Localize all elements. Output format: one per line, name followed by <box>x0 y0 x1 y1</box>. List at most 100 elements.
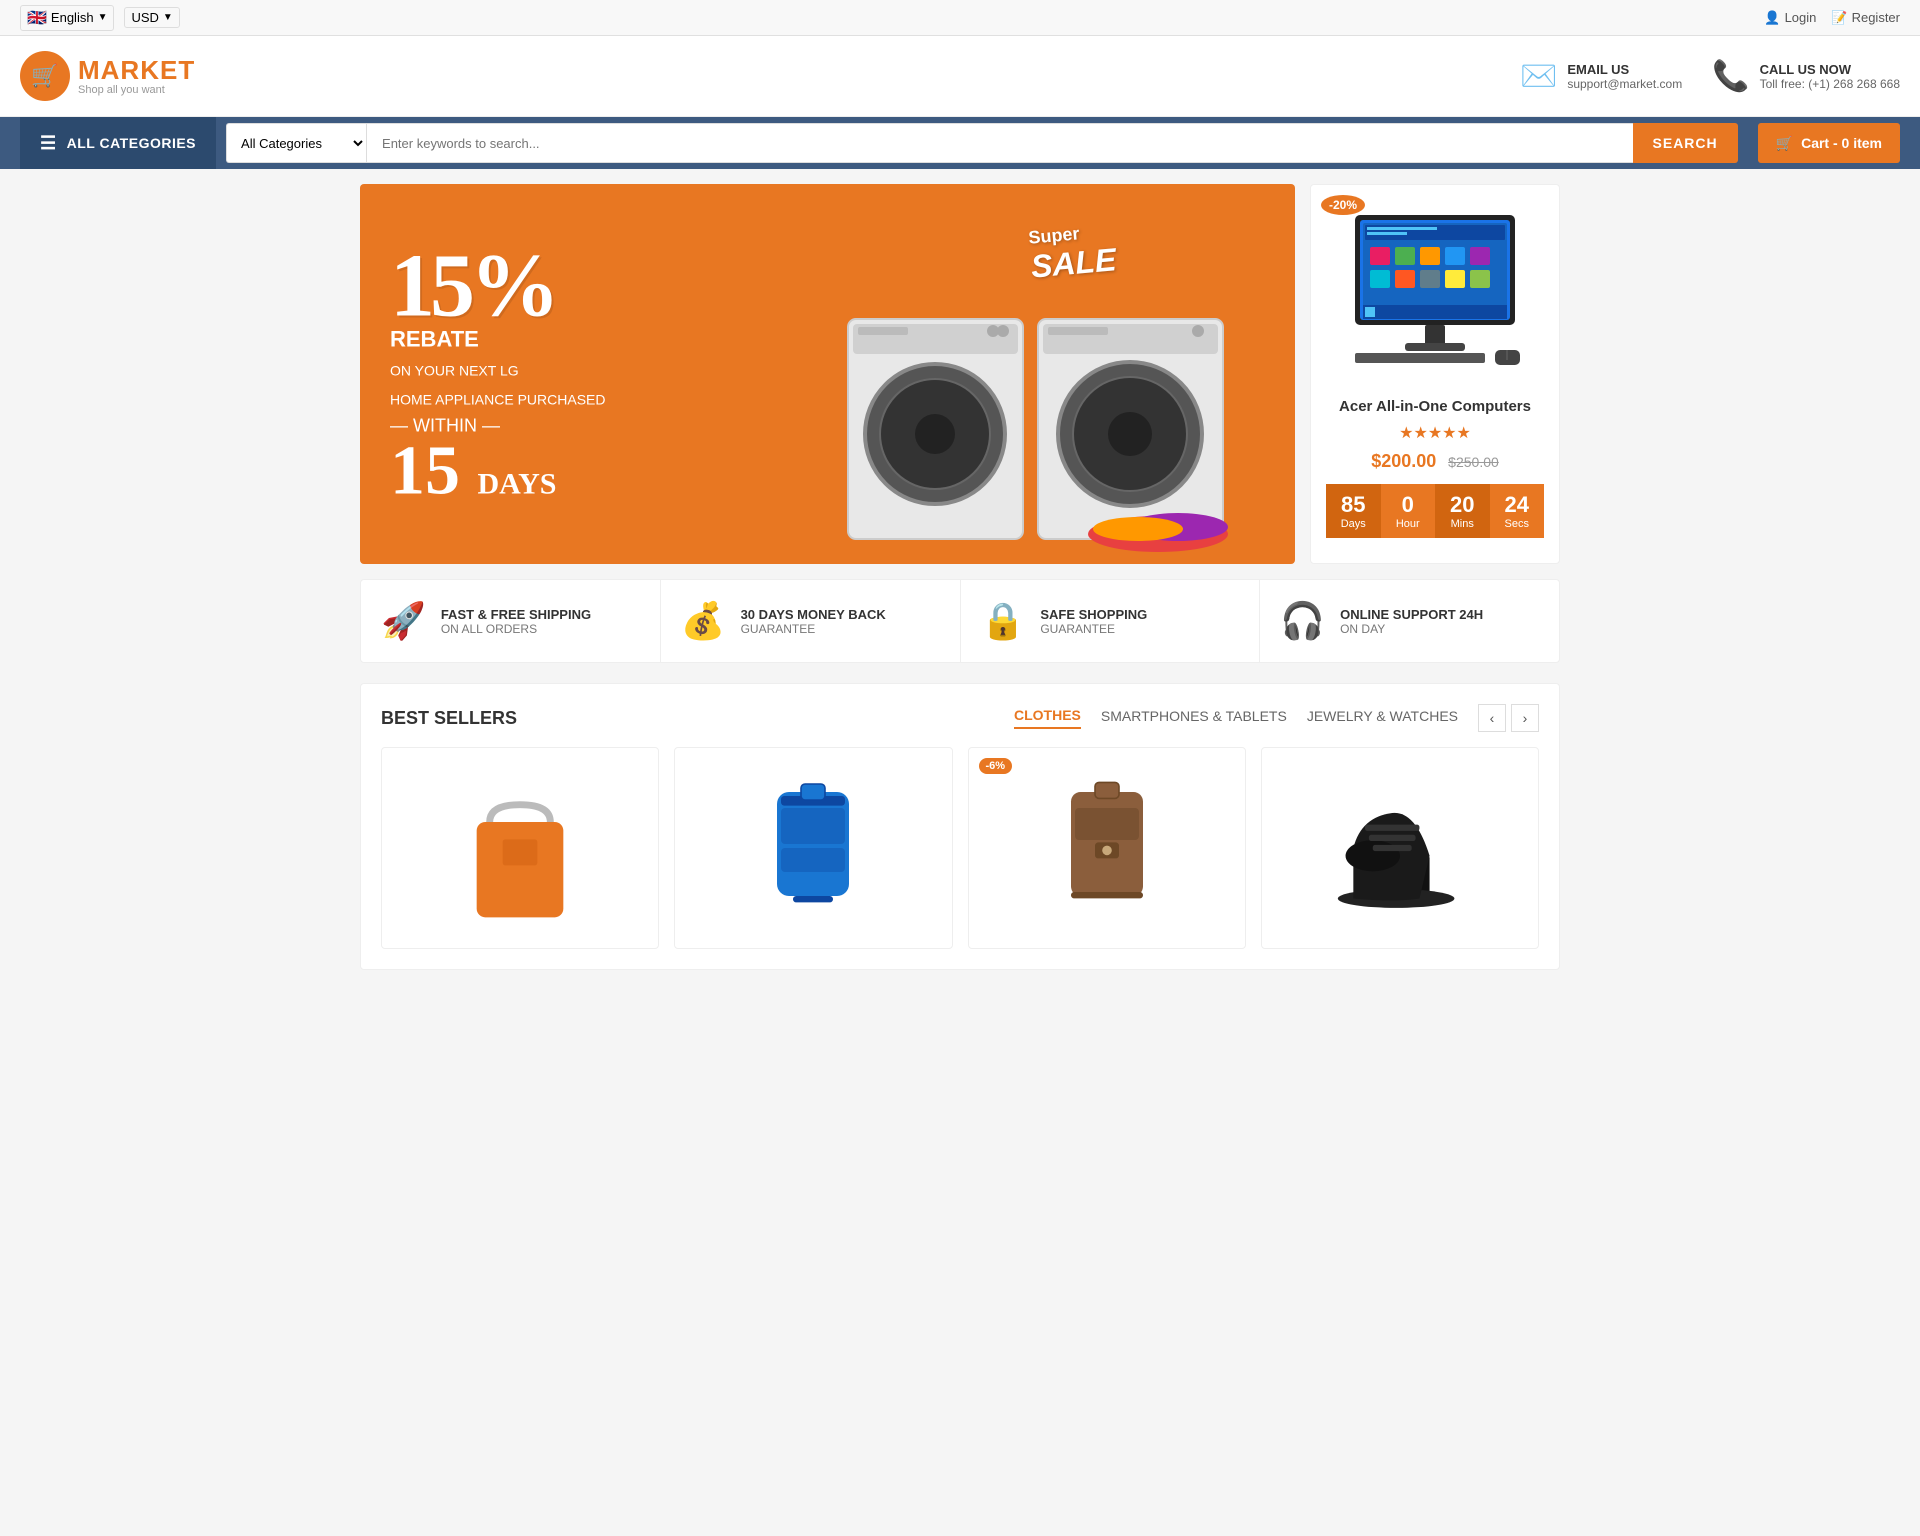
next-button[interactable]: › <box>1511 704 1539 732</box>
hero-percent: 15% <box>390 242 606 332</box>
price-current: $200.00 <box>1371 451 1436 471</box>
products-grid: -6% <box>381 747 1539 949</box>
yellow-bag-illustration <box>455 768 585 928</box>
email-icon: ✉️ <box>1520 59 1557 94</box>
tab-clothes[interactable]: CLOTHES <box>1014 707 1081 729</box>
phone-contact: 📞 CALL US NOW Toll free: (+1) 268 268 66… <box>1712 59 1900 94</box>
navbar: ☰ ALL CATEGORIES All Categories SEARCH 🛒… <box>0 117 1920 169</box>
tab-smartphones[interactable]: SMARTPHONES & TABLETS <box>1101 708 1287 728</box>
logo-link[interactable]: 🛒 MARKET Shop all you want <box>20 51 195 101</box>
brand-tagline: Shop all you want <box>78 84 195 96</box>
product-name: Acer All-in-One Computers <box>1326 398 1544 415</box>
register-link[interactable]: 📝 Register <box>1831 10 1900 26</box>
washers-illustration <box>838 259 1238 559</box>
phone-value: Toll free: (+1) 268 268 668 <box>1760 77 1900 91</box>
prev-button[interactable]: ‹ <box>1478 704 1506 732</box>
top-bar: 🇬🇧 English ▼ USD ▼ 👤 Login 📝 Register <box>0 0 1920 36</box>
countdown-secs-label: Secs <box>1494 518 1541 530</box>
product-card-0[interactable] <box>381 747 659 949</box>
countdown-days-value: 85 <box>1330 492 1377 518</box>
product-card-badge-2: -6% <box>979 758 1013 774</box>
headphones-icon: 🎧 <box>1280 600 1325 642</box>
product-sidebar: -20% <box>1310 184 1560 564</box>
feature-shipping-title: FAST & FREE SHIPPING <box>441 607 591 622</box>
hero-desc2: HOME APPLIANCE PURCHASED <box>390 390 606 411</box>
computer-illustration <box>1335 205 1535 365</box>
best-sellers-title: BEST SELLERS <box>381 708 517 729</box>
feature-shipping-sub: ON ALL ORDERS <box>441 622 591 636</box>
best-sellers-header: BEST SELLERS CLOTHES SMARTPHONES & TABLE… <box>381 704 1539 732</box>
product-card-img-1 <box>675 748 951 948</box>
brand-name: MARKET <box>78 56 195 85</box>
login-link[interactable]: 👤 Login <box>1764 10 1816 26</box>
feature-safeshop-text: SAFE SHOPPING GUARANTEE <box>1040 607 1147 636</box>
chevron-down-icon: ▼ <box>98 12 108 23</box>
chevron-down-icon: ▼ <box>163 12 173 23</box>
countdown-hours-value: 0 <box>1385 492 1432 518</box>
blue-backpack-illustration <box>748 768 878 928</box>
product-image-wrap: -20% <box>1311 185 1559 388</box>
feature-support: 🎧 ONLINE SUPPORT 24H ON DAY <box>1260 580 1559 662</box>
hero-section: 15% REBATE ON YOUR NEXT LG HOME APPLIANC… <box>360 184 1560 564</box>
feature-shipping: 🚀 FAST & FREE SHIPPING ON ALL ORDERS <box>361 580 661 662</box>
product-card-3[interactable] <box>1261 747 1539 949</box>
phone-icon: 📞 <box>1712 59 1749 94</box>
cart-icon: 🛒 <box>1776 135 1793 152</box>
price-old: $250.00 <box>1448 454 1499 470</box>
search-button[interactable]: SEARCH <box>1633 123 1738 163</box>
top-bar-left: 🇬🇧 English ▼ USD ▼ <box>20 5 180 31</box>
feature-safeshop: 🔒 SAFE SHOPPING GUARANTEE <box>961 580 1261 662</box>
tab-navigation: ‹ › <box>1478 704 1539 732</box>
hero-days: 15 DAYS <box>390 437 606 507</box>
currency-selector[interactable]: USD ▼ <box>124 7 179 28</box>
search-input[interactable] <box>366 123 1632 163</box>
best-sellers-controls: CLOTHES SMARTPHONES & TABLETS JEWELRY & … <box>1014 704 1539 732</box>
feature-support-title: ONLINE SUPPORT 24H <box>1340 607 1483 622</box>
hamburger-icon: ☰ <box>40 133 57 154</box>
main-content: 15% REBATE ON YOUR NEXT LG HOME APPLIANC… <box>360 169 1560 985</box>
countdown-secs: 24 Secs <box>1490 484 1545 538</box>
lock-icon: 🔒 <box>981 600 1026 642</box>
brown-backpack-illustration <box>1042 768 1172 928</box>
cart-button[interactable]: 🛒 Cart - 0 item <box>1758 123 1900 163</box>
feature-safeshop-title: SAFE SHOPPING <box>1040 607 1147 622</box>
product-card-img-2 <box>969 748 1245 948</box>
countdown-days-label: Days <box>1330 518 1377 530</box>
countdown-secs-value: 24 <box>1494 492 1541 518</box>
product-card-img-0 <box>382 748 658 948</box>
search-label: SEARCH <box>1653 135 1718 151</box>
category-dropdown[interactable]: All Categories <box>226 123 366 163</box>
flag-icon: 🇬🇧 <box>27 8 47 28</box>
rocket-icon: 🚀 <box>381 600 426 642</box>
email-contact: ✉️ EMAIL US support@market.com <box>1520 59 1682 94</box>
product-card-img-3 <box>1262 748 1538 948</box>
feature-moneyback-text: 30 DAYS MONEY BACK GUARANTEE <box>741 607 886 636</box>
features-bar: 🚀 FAST & FREE SHIPPING ON ALL ORDERS 💰 3… <box>360 579 1560 663</box>
hero-banner: 15% REBATE ON YOUR NEXT LG HOME APPLIANC… <box>360 184 1295 564</box>
tab-jewelry[interactable]: JEWELRY & WATCHES <box>1307 708 1458 728</box>
hero-text: 15% REBATE ON YOUR NEXT LG HOME APPLIANC… <box>390 242 606 507</box>
top-bar-right: 👤 Login 📝 Register <box>1764 10 1900 26</box>
email-label: EMAIL US <box>1567 62 1682 77</box>
black-shoe-illustration <box>1330 768 1470 928</box>
countdown-hours-label: Hour <box>1385 518 1432 530</box>
product-card-2[interactable]: -6% <box>968 747 1246 949</box>
product-badge: -20% <box>1321 195 1365 215</box>
all-categories-button[interactable]: ☰ ALL CATEGORIES <box>20 117 216 169</box>
language-selector[interactable]: 🇬🇧 English ▼ <box>20 5 114 31</box>
best-sellers-section: BEST SELLERS CLOTHES SMARTPHONES & TABLE… <box>360 683 1560 970</box>
feature-support-sub: ON DAY <box>1340 622 1483 636</box>
search-bar: All Categories SEARCH <box>226 123 1738 163</box>
countdown-hours: 0 Hour <box>1381 484 1436 538</box>
feature-moneyback-sub: GUARANTEE <box>741 622 886 636</box>
product-card-1[interactable] <box>674 747 952 949</box>
language-label: English <box>51 10 94 25</box>
currency-label: USD <box>131 10 158 25</box>
best-sellers-tabs: CLOTHES SMARTPHONES & TABLETS JEWELRY & … <box>1014 707 1458 729</box>
money-icon: 💰 <box>681 600 726 642</box>
product-info: Acer All-in-One Computers ★★★★★ $200.00 … <box>1311 388 1559 548</box>
email-value: support@market.com <box>1567 77 1682 91</box>
user-icon: 👤 <box>1764 10 1780 26</box>
all-categories-label: ALL CATEGORIES <box>67 135 196 151</box>
email-info: EMAIL US support@market.com <box>1567 62 1682 91</box>
